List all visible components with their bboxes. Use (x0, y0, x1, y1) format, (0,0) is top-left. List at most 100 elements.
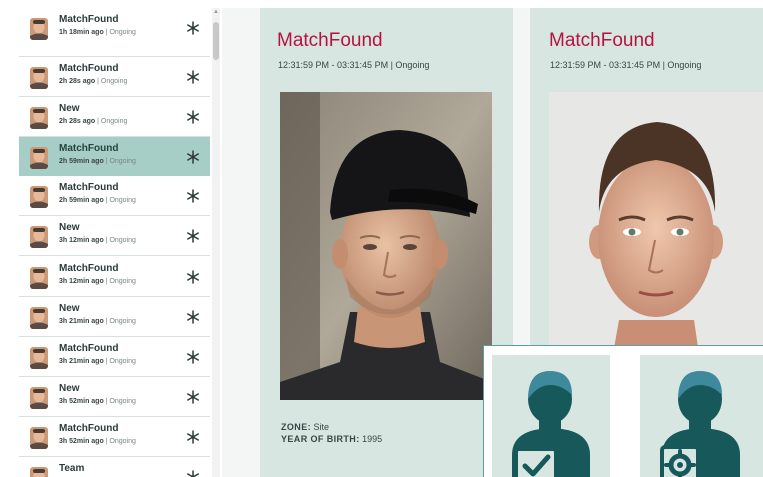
event-time-ago: 2h 59min ago (59, 158, 104, 165)
event-title: New (59, 222, 80, 233)
person-thumbnail-icon (30, 67, 48, 89)
snowflake-icon[interactable] (186, 110, 200, 124)
snowflake-icon[interactable] (186, 229, 200, 243)
event-status: Ongoing (109, 237, 136, 244)
event-title: MatchFound (59, 14, 119, 25)
event-meta: 2h 59min ago | Ongoing (59, 197, 136, 204)
event-status: Ongoing (109, 197, 136, 204)
event-title: New (59, 303, 80, 314)
event-time-ago: 2h 59min ago (59, 197, 104, 204)
event-time-ago: 3h 21min ago (59, 318, 104, 325)
snowflake-icon[interactable] (186, 150, 200, 164)
event-title: MatchFound (59, 63, 119, 74)
person-thumbnail-icon (30, 267, 48, 289)
event-status: Ongoing (109, 158, 136, 165)
event-status: Ongoing (100, 118, 128, 125)
person-thumbnail-icon (30, 186, 48, 208)
card-timestamp: 12:31:59 PM - 03:31:45 PM | Ongoing (550, 60, 702, 70)
event-title: MatchFound (59, 182, 119, 193)
card-timestamp: 12:31:59 PM - 03:31:45 PM | Ongoing (278, 60, 430, 70)
event-time-ago: 2h 28s ago (59, 78, 96, 85)
event-title: MatchFound (59, 423, 119, 434)
snowflake-icon[interactable] (186, 21, 200, 35)
person-settings-icon (660, 371, 740, 477)
event-time-ago: 3h 52min ago (59, 398, 104, 405)
event-title: MatchFound (59, 343, 119, 354)
person-thumbnail-icon (30, 467, 48, 477)
year-of-birth-value: 1995 (362, 434, 383, 444)
event-list-item-8[interactable]: New 3h 21min ago | Ongoing (19, 297, 210, 337)
card-title: MatchFound (277, 30, 383, 51)
event-time-ago: 1h 18min ago (59, 29, 104, 36)
event-list-item-5[interactable]: MatchFound 2h 59min ago | Ongoing (19, 176, 210, 216)
event-meta: 3h 12min ago | Ongoing (59, 237, 136, 244)
snowflake-icon[interactable] (186, 270, 200, 284)
event-meta: 3h 52min ago | Ongoing (59, 438, 136, 445)
snowflake-icon[interactable] (186, 189, 200, 203)
match-card-captured: MatchFound 12:31:59 PM - 03:31:45 PM | O… (260, 8, 513, 477)
snowflake-icon[interactable] (186, 430, 200, 444)
verify-person-card[interactable] (492, 355, 610, 477)
snowflake-icon[interactable] (186, 350, 200, 364)
person-thumbnail-icon (30, 347, 48, 369)
event-status: Ongoing (109, 438, 136, 445)
event-title: MatchFound (59, 263, 119, 274)
person-thumbnail-icon (30, 147, 48, 169)
snowflake-icon[interactable] (186, 70, 200, 84)
event-meta: 3h 12min ago | Ongoing (59, 278, 136, 285)
event-meta: 2h 28s ago | Ongoing (59, 118, 127, 125)
event-list: MatchFound 1h 18min ago | Ongoing MatchF… (0, 0, 222, 477)
person-thumbnail-icon (30, 18, 48, 40)
event-time-ago: 3h 21min ago (59, 358, 104, 365)
event-meta: 3h 21min ago | Ongoing (59, 318, 136, 325)
surveillance-face-photo (280, 92, 492, 400)
event-list-item-3[interactable]: New 2h 28s ago | Ongoing (19, 97, 210, 137)
event-status: Ongoing (100, 78, 128, 85)
event-list-item-12[interactable]: Team (19, 457, 210, 477)
event-status: Ongoing (109, 358, 136, 365)
person-thumbnail-icon (30, 107, 48, 129)
person-thumbnail-icon (30, 387, 48, 409)
subject-info: ZONE: Site YEAR OF BIRTH: 1995 (281, 421, 382, 445)
person-thumbnail-icon (30, 427, 48, 449)
event-list-item-2[interactable]: MatchFound 2h 28s ago | Ongoing (19, 57, 210, 97)
person-thumbnail-icon (30, 226, 48, 248)
event-title: New (59, 103, 80, 114)
event-list-item-6[interactable]: New 3h 12min ago | Ongoing (19, 216, 210, 256)
zone-label: ZONE: (281, 422, 311, 432)
event-time-ago: 3h 52min ago (59, 438, 104, 445)
feature-overlay-panel (483, 345, 763, 477)
event-status: Ongoing (109, 278, 136, 285)
event-status: Ongoing (109, 398, 136, 405)
event-list-scrollbar[interactable] (212, 8, 220, 477)
snowflake-icon[interactable] (186, 390, 200, 404)
event-time-ago: 3h 12min ago (59, 237, 104, 244)
event-meta: 3h 21min ago | Ongoing (59, 358, 136, 365)
snowflake-icon[interactable] (186, 310, 200, 324)
event-title: New (59, 383, 80, 394)
event-list-item-4[interactable]: MatchFound 2h 59min ago | Ongoing (19, 137, 210, 177)
scroll-up-arrow-icon[interactable]: ▲ (212, 8, 220, 16)
event-status: Ongoing (109, 318, 136, 325)
event-meta: 2h 28s ago | Ongoing (59, 78, 127, 85)
event-list-item-7[interactable]: MatchFound 3h 12min ago | Ongoing (19, 257, 210, 297)
card-title: MatchFound (549, 30, 655, 51)
event-time-ago: 2h 28s ago (59, 118, 96, 125)
person-thumbnail-icon (30, 307, 48, 329)
year-of-birth-label: YEAR OF BIRTH: (281, 434, 360, 444)
event-list-item-10[interactable]: New 3h 52min ago | Ongoing (19, 377, 210, 417)
event-list-item-9[interactable]: MatchFound 3h 21min ago | Ongoing (19, 337, 210, 377)
event-meta: 3h 52min ago | Ongoing (59, 398, 136, 405)
person-verified-icon (512, 371, 590, 477)
event-list-item-1[interactable]: MatchFound 1h 18min ago | Ongoing (19, 8, 210, 57)
event-time-ago: 3h 12min ago (59, 278, 104, 285)
person-settings-card[interactable] (640, 355, 763, 477)
event-status: Ongoing (109, 29, 136, 36)
scrollbar-thumb[interactable] (213, 22, 219, 60)
event-list-item-11[interactable]: MatchFound 3h 52min ago | Ongoing (19, 417, 210, 457)
event-meta: 1h 18min ago | Ongoing (59, 29, 136, 36)
event-title: MatchFound (59, 143, 119, 154)
event-meta: 2h 59min ago | Ongoing (59, 158, 136, 165)
event-title: Team (59, 463, 85, 474)
snowflake-icon[interactable] (186, 470, 200, 477)
